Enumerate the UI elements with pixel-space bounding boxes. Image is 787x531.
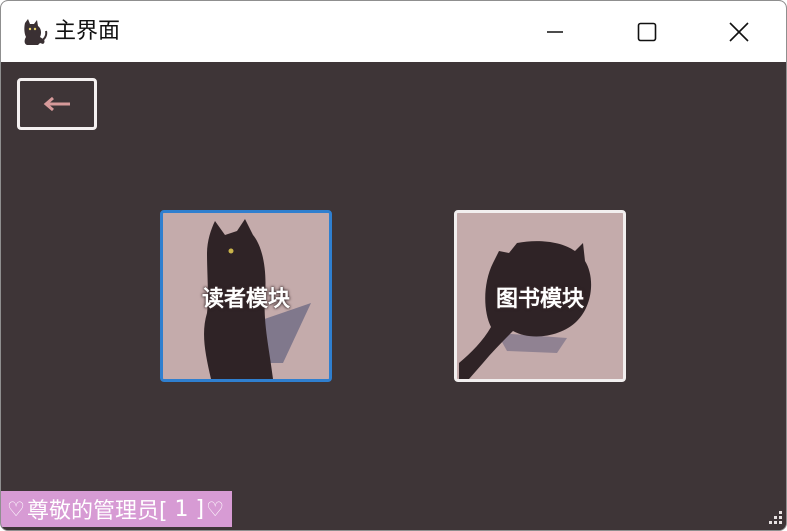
reader-module-label: 读者模块: [201, 287, 290, 312]
book-module-label: 图书模块: [495, 287, 584, 312]
maximize-icon: [637, 22, 657, 41]
status-bar: ♡ 尊敬的管理员[ 1 ] ♡: [1, 491, 233, 527]
title-bar[interactable]: 主界面: [1, 1, 786, 62]
resize-grip-icon[interactable]: [762, 506, 784, 528]
book-module-button[interactable]: 图书模块: [454, 210, 626, 382]
minimize-icon: [547, 30, 563, 33]
back-arrow-icon: [43, 96, 70, 112]
status-greeting: 尊敬的管理员[: [26, 499, 168, 524]
main-content: 读者模块 图书模块 ♡ 尊敬的管理员[ 1 ] ♡: [1, 62, 786, 530]
main-window: 主界面 读者模块 图书模块 ♡ 尊敬的管理员[1] ♡: [0, 0, 787, 531]
close-icon: [729, 21, 749, 42]
heart-icon: ♡: [7, 497, 25, 521]
status-close-bracket: ]: [195, 496, 205, 522]
cat-app-icon: [24, 19, 48, 45]
heart-icon: ♡: [206, 497, 225, 521]
close-button[interactable]: [693, 1, 785, 62]
window-title: 主界面: [54, 19, 121, 44]
reader-module-button[interactable]: 读者模块: [160, 210, 332, 382]
back-button[interactable]: [17, 78, 97, 130]
maximize-button[interactable]: [601, 1, 693, 62]
admin-id: 1: [167, 496, 196, 522]
minimize-button[interactable]: [509, 1, 601, 62]
